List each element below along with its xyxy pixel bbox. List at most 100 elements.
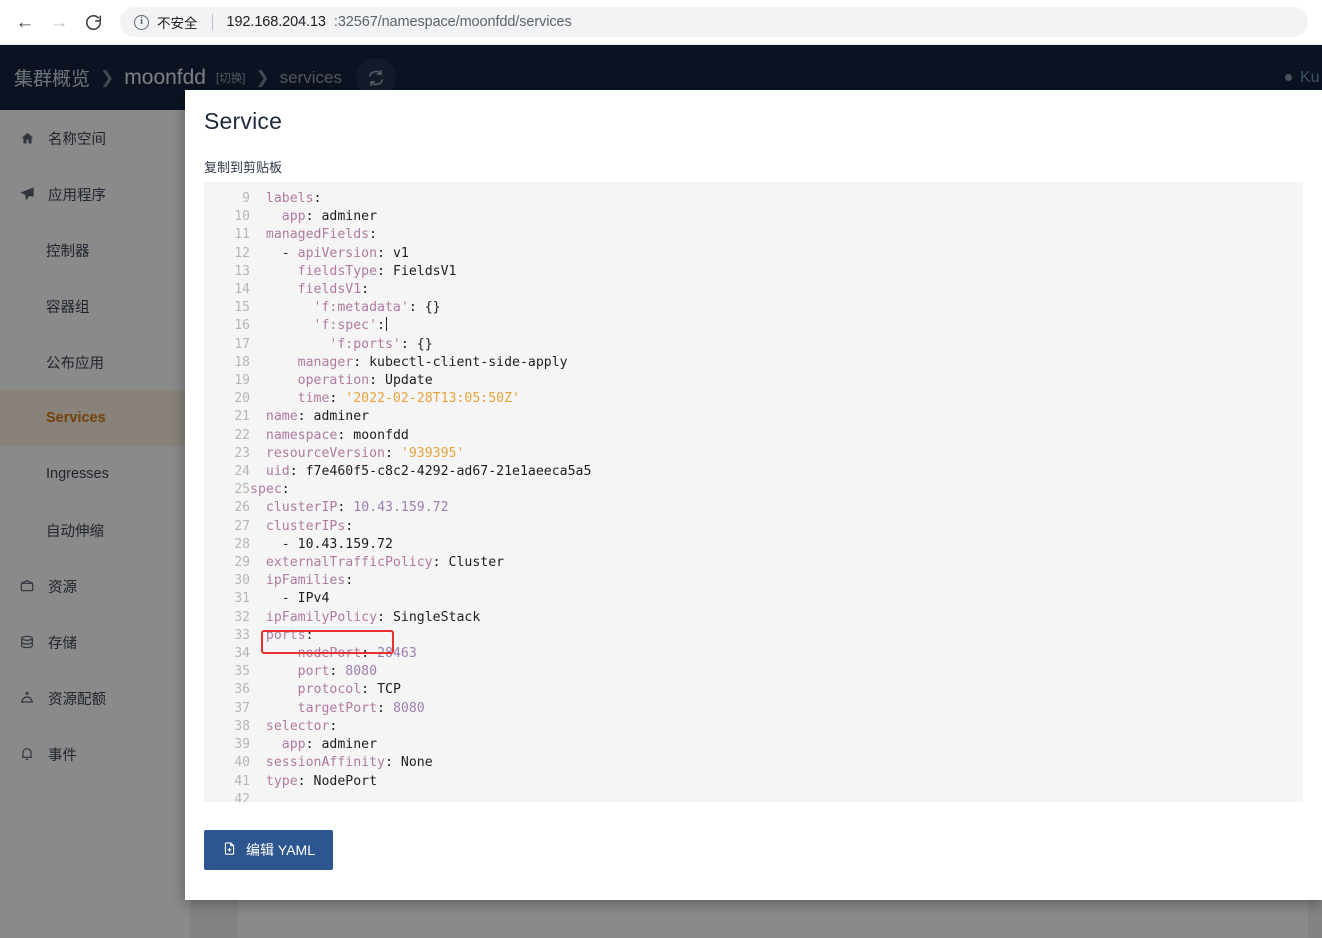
url-path: :32567/namespace/moonfdd/services [333,14,572,30]
yaml-line-number: 25 [234,482,250,498]
yaml-line: 27 clusterIPs: [204,518,1303,536]
yaml-line-number: 11 [234,227,250,243]
service-detail-dialog: Service 复制到剪贴板 9 labels: 10 app: adminer 1… [185,90,1322,900]
yaml-line-content: selector: [265,718,338,734]
yaml-line: 22 namespace: moonfdd [204,427,1303,445]
yaml-line-number: 14 [234,282,250,298]
yaml-code-viewer[interactable]: 9 labels: 10 app: adminer 11 managedFields… [204,182,1303,802]
yaml-line-content: resourceVersion: '939395' [265,445,465,461]
yaml-line-number: 9 [242,191,250,206]
edit-yaml-button[interactable]: 编辑 YAML [204,830,333,870]
yaml-line: 15 'f:metadata': {} [204,299,1303,317]
insecure-label: 不安全 [157,16,198,31]
yaml-line: 39 app: adminer [204,736,1303,754]
yaml-line-content: type: NodePort [265,773,378,789]
yaml-line-number: 15 [234,300,250,316]
yaml-line: 11 managedFields: [204,226,1303,244]
reload-icon[interactable] [76,5,110,39]
yaml-line-number: 31 [234,591,250,607]
yaml-line-number: 32 [234,609,250,625]
yaml-line: 19 operation: Update [204,372,1303,390]
yaml-line-content: spec: [250,482,290,498]
yaml-line-content: fieldsV1: [297,282,370,298]
yaml-line-content: 'f:spec': [313,317,388,334]
yaml-line: 25 spec: [204,481,1303,499]
yaml-line: 37 targetPort: 8080 [204,700,1303,718]
omnibox-divider [211,14,213,30]
yaml-line: 14 fieldsV1: [204,281,1303,299]
yaml-line-number: 36 [234,682,250,698]
yaml-line-content: 'f:ports': {} [329,336,433,352]
yaml-line: 20 time: '2022-02-28T13:05:50Z' [204,390,1303,408]
yaml-line-content: namespace: moonfdd [265,427,409,443]
yaml-line-content: app: adminer [281,737,378,753]
yaml-line-content: time: '2022-02-28T13:05:50Z' [297,391,520,407]
yaml-line-number: 10 [234,209,250,225]
yaml-line-number: 28 [234,536,250,552]
yaml-line: 41 type: NodePort [204,773,1303,791]
screenshot-root: ← → i 不安全 192.168.204.13 :32567/namespace… [0,0,1322,938]
yaml-line: 34 - nodePort: 28463 [204,645,1303,663]
site-info-icon[interactable]: i [134,14,149,30]
dialog-title: Service [204,108,283,134]
yaml-line-number: 40 [234,755,250,771]
yaml-line-content: ports: [265,627,314,643]
yaml-line: 9 labels: [204,190,1303,208]
yaml-line: 10 app: adminer [204,208,1303,226]
yaml-line-number: 12 [234,245,250,261]
yaml-line-content: app: adminer [281,209,378,225]
yaml-line: 26 clusterIP: 10.43.159.72 [204,499,1303,517]
yaml-line-content: - apiVersion: v1 [281,245,409,261]
yaml-line: 29 externalTrafficPolicy: Cluster [204,554,1303,572]
yaml-line-content: targetPort: 8080 [297,700,425,716]
yaml-line-content [250,791,1303,802]
yaml-line-content: ipFamilyPolicy: SingleStack [265,609,481,625]
yaml-line-number: 39 [234,737,250,753]
yaml-line: 36 protocol: TCP [204,681,1303,699]
yaml-line: 30 ipFamilies: [204,572,1303,590]
yaml-line-number: 30 [234,573,250,589]
yaml-line-content: - nodePort: 28463 [281,646,417,662]
yaml-line-number: 13 [234,263,250,279]
yaml-line-number: 27 [234,518,250,534]
yaml-line-content: 'f:metadata': {} [313,300,441,316]
yaml-line-number: 24 [234,464,250,480]
yaml-line: 35 port: 8080 [204,663,1303,681]
yaml-line: 28 - 10.43.159.72 [204,536,1303,554]
yaml-line-number: 17 [234,336,250,352]
yaml-line-content: ipFamilies: [265,573,354,589]
yaml-line-content: externalTrafficPolicy: Cluster [265,555,505,571]
dialog-footer: 编辑 YAML [185,802,1322,870]
forward-icon[interactable]: → [42,5,76,39]
yaml-line-content: sessionAffinity: None [265,755,433,771]
yaml-line-number: 23 [234,445,250,461]
yaml-line-number: 20 [234,391,250,407]
yaml-line: 24 uid: f7e460f5-c8c2-4292-ad67-21e1aeec… [204,463,1303,481]
yaml-line-number: 33 [234,627,250,643]
yaml-table: 9 labels: 10 app: adminer 11 managedFields… [204,190,1303,802]
yaml-line: 13 fieldsType: FieldsV1 [204,263,1303,281]
yaml-line-number: 19 [234,373,250,389]
yaml-line-content: port: 8080 [297,664,378,680]
yaml-line: 38 selector: [204,718,1303,736]
copy-to-clipboard-button[interactable]: 复制到剪贴板 [185,135,1322,182]
yaml-line-number: 21 [234,409,250,425]
yaml-line-number: 16 [234,318,250,334]
yaml-line: 31 - IPv4 [204,590,1303,608]
yaml-line-content: managedFields: [265,227,378,243]
yaml-line-number: 34 [234,646,250,662]
address-bar[interactable]: i 不安全 192.168.204.13 :32567/namespace/moo… [120,7,1308,37]
yaml-line-content: clusterIPs: [265,518,354,534]
yaml-body: 9 labels: 10 app: adminer 11 managedFields… [204,190,1303,802]
reload-glyph [85,14,101,30]
yaml-line-content: protocol: TCP [297,682,401,698]
yaml-line-number: 38 [234,718,250,734]
url-host: 192.168.204.13 [226,14,327,30]
back-icon[interactable]: ← [8,5,42,39]
yaml-line-number: 41 [234,773,250,789]
yaml-line: 32 ipFamilyPolicy: SingleStack [204,609,1303,627]
yaml-line-content: operation: Update [297,373,433,389]
yaml-line-content: uid: f7e460f5-c8c2-4292-ad67-21e1aeeca5a… [265,464,592,480]
yaml-line-content: labels: [265,191,322,206]
yaml-line: 40 sessionAffinity: None [204,754,1303,772]
